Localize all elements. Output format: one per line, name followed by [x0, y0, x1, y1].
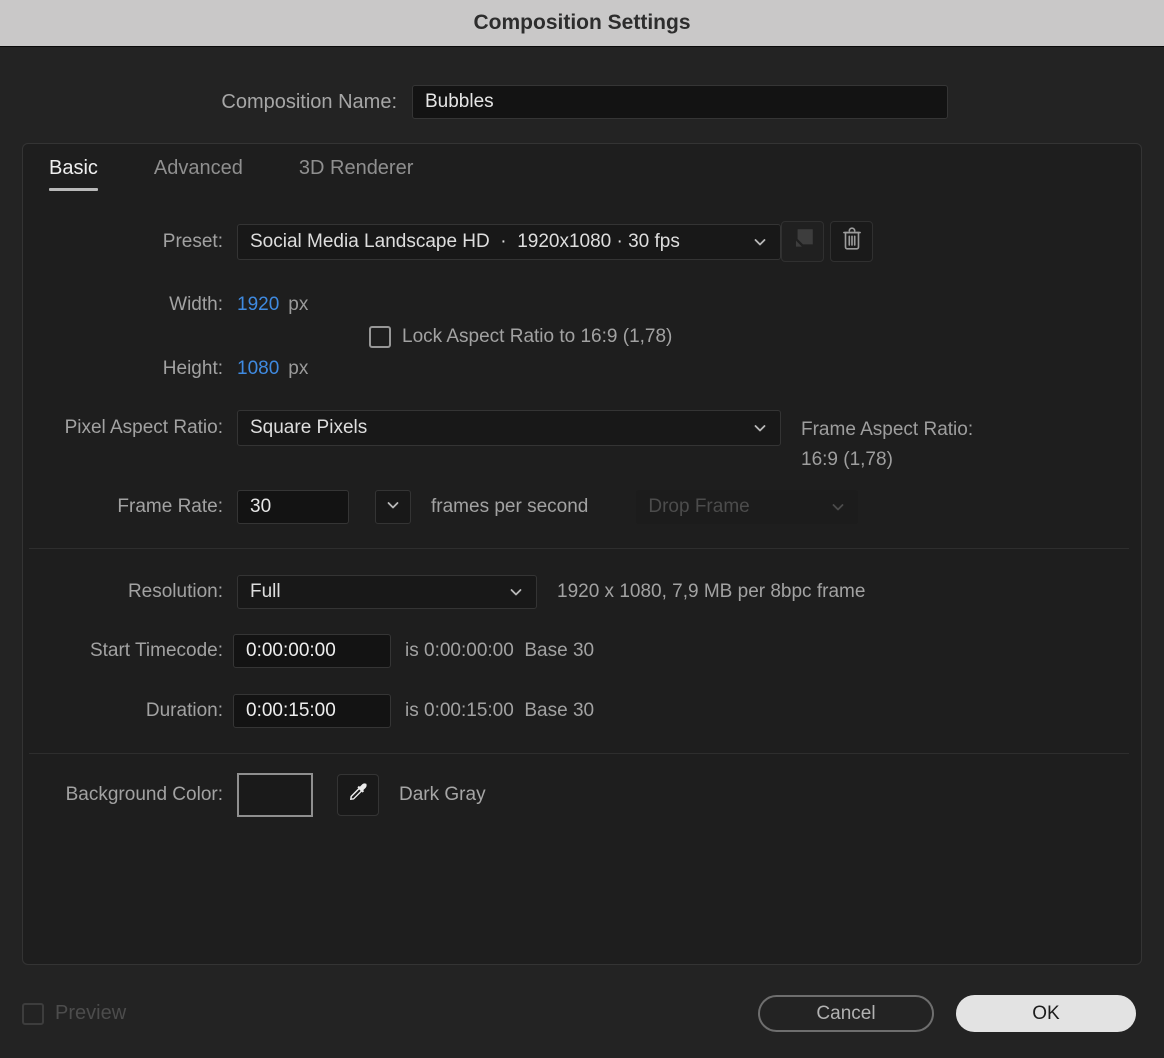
pixel-aspect-ratio-value: Square Pixels	[250, 417, 368, 438]
height-label: Height:	[162, 358, 223, 379]
pixel-aspect-ratio-row: Pixel Aspect Ratio: Square Pixels Frame …	[23, 410, 1141, 470]
active-tab-underline	[49, 188, 98, 191]
lock-aspect-ratio-label: Lock Aspect Ratio to 16:9 (1,78)	[402, 326, 673, 347]
background-color-label: Background Color:	[65, 784, 223, 805]
duration-row: Duration: is 0:00:15:00 Base 30	[23, 694, 1141, 728]
frame-rate-label: Frame Rate:	[117, 496, 223, 517]
preset-dropdown[interactable]: Social Media Landscape HD · 1920x1080 · …	[237, 223, 781, 260]
composition-name-row: Composition Name:	[0, 85, 1164, 119]
tab-basic[interactable]: Basic	[49, 157, 98, 191]
frame-rate-row: Frame Rate: frames per second Drop Frame	[23, 490, 1141, 524]
width-label: Width:	[169, 294, 223, 315]
width-row: Width: 1920 px	[23, 294, 1141, 316]
drop-frame-dropdown-disabled: Drop Frame	[636, 490, 859, 524]
tab-bar: Basic Advanced 3D Renderer	[49, 157, 1141, 191]
start-timecode-row: Start Timecode: is 0:00:00:00 Base 30	[23, 634, 1141, 668]
cancel-button[interactable]: Cancel	[758, 995, 934, 1032]
preset-row: Preset: Social Media Landscape HD · 1920…	[23, 221, 1141, 262]
settings-panel: Basic Advanced 3D Renderer Preset: Socia…	[22, 143, 1142, 965]
width-value[interactable]: 1920	[237, 294, 279, 316]
dialog-title-bar: Composition Settings	[0, 0, 1164, 47]
duration-label: Duration:	[145, 700, 223, 721]
composition-name-label: Composition Name:	[221, 90, 397, 113]
delete-preset-button[interactable]	[830, 221, 873, 262]
resolution-info: 1920 x 1080, 7,9 MB per 8bpc frame	[557, 581, 866, 602]
resolution-label: Resolution:	[127, 581, 223, 602]
save-preset-icon	[790, 226, 816, 257]
dialog-footer: Preview Cancel OK	[0, 995, 1164, 1032]
tab-3d-renderer[interactable]: 3D Renderer	[299, 157, 414, 191]
frame-aspect-ratio-value: 16:9 (1,78)	[801, 449, 893, 470]
dialog-title: Composition Settings	[473, 11, 691, 34]
height-row: Height: 1080 px	[23, 358, 1141, 380]
start-timecode-input[interactable]	[233, 634, 391, 668]
frame-aspect-ratio-label: Frame Aspect Ratio:	[801, 419, 974, 440]
lock-aspect-ratio-checkbox[interactable]	[369, 326, 391, 348]
tab-advanced[interactable]: Advanced	[154, 157, 243, 191]
chevron-down-icon	[830, 499, 846, 515]
background-color-swatch[interactable]	[237, 773, 313, 817]
save-preset-button[interactable]	[781, 221, 824, 262]
section-divider	[29, 548, 1129, 549]
resolution-value: Full	[250, 581, 281, 602]
preview-label: Preview	[55, 1002, 127, 1024]
eyedropper-icon	[346, 781, 370, 810]
trash-icon	[839, 226, 865, 257]
width-unit: px	[288, 294, 309, 315]
resolution-row: Resolution: Full 1920 x 1080, 7,9 MB per…	[23, 575, 1141, 609]
eyedropper-button[interactable]	[337, 774, 379, 816]
composition-name-input[interactable]	[412, 85, 948, 119]
ok-button[interactable]: OK	[956, 995, 1136, 1032]
frame-rate-input[interactable]	[237, 490, 349, 524]
duration-input[interactable]	[233, 694, 391, 728]
drop-frame-value: Drop Frame	[648, 496, 750, 517]
chevron-down-icon	[508, 584, 524, 600]
height-unit: px	[288, 358, 309, 379]
pixel-aspect-ratio-label: Pixel Aspect Ratio:	[64, 417, 223, 438]
start-timecode-info: is 0:00:00:00 Base 30	[405, 640, 595, 661]
preset-label: Preset:	[162, 230, 223, 252]
start-timecode-label: Start Timecode:	[89, 640, 223, 661]
lock-aspect-ratio-row: Lock Aspect Ratio to 16:9 (1,78)	[369, 325, 1141, 349]
resolution-dropdown[interactable]: Full	[237, 575, 537, 609]
height-value[interactable]: 1080	[237, 358, 279, 380]
preview-checkbox[interactable]	[22, 1002, 44, 1025]
chevron-down-icon	[752, 234, 768, 250]
pixel-aspect-ratio-dropdown[interactable]: Square Pixels	[237, 410, 781, 446]
frame-rate-unit: frames per second	[431, 496, 589, 517]
chevron-down-icon	[385, 497, 401, 518]
background-color-name: Dark Gray	[399, 784, 486, 805]
frame-aspect-ratio-info: Frame Aspect Ratio: 16:9 (1,78)	[801, 415, 973, 475]
duration-info: is 0:00:15:00 Base 30	[405, 700, 595, 721]
section-divider	[29, 753, 1129, 754]
frame-rate-dropdown-button[interactable]	[375, 490, 411, 524]
chevron-down-icon	[752, 420, 768, 436]
background-color-row: Background Color: Dark Gray	[23, 773, 1141, 817]
preset-value: Social Media Landscape HD · 1920x1080 · …	[250, 230, 680, 252]
